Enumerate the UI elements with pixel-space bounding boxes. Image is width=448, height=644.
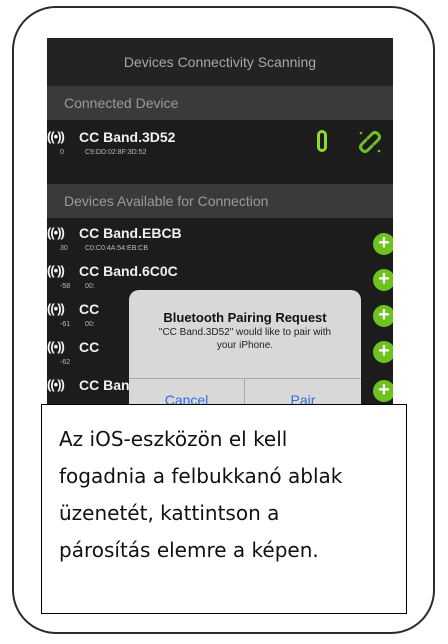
- dialog-message-line: "CC Band.3D52" would like to pair with: [158, 327, 332, 338]
- device-name: CC Band.3D52: [79, 129, 176, 145]
- device-name: CC: [79, 301, 100, 317]
- device-rssi: -58: [60, 283, 71, 290]
- add-device-button[interactable]: +: [373, 269, 393, 291]
- add-device-button[interactable]: +: [373, 233, 393, 255]
- add-device-button[interactable]: +: [373, 380, 393, 402]
- bluetooth-pairing-dialog: Bluetooth Pairing Request "CC Band.3D52"…: [129, 290, 361, 422]
- device-rssi: 30: [60, 245, 68, 252]
- device-mac: C9:DD:02:8F:3D:52: [85, 149, 147, 156]
- available-devices-header: Devices Available for Connection: [47, 184, 393, 218]
- wifi-broadcast-icon: ((•)): [47, 339, 65, 354]
- available-device-row[interactable]: ((•)) CC Band.EBCB 30 C0:C0:4A:54:EB:CB …: [47, 222, 393, 260]
- dialog-message: "CC Band.3D52" would like to pair with y…: [143, 326, 347, 352]
- add-device-button[interactable]: +: [373, 341, 393, 363]
- wifi-broadcast-icon: ((•)): [47, 225, 65, 240]
- device-name: CC: [79, 339, 100, 355]
- device-mac: C0:C0:4A:54:EB:CB: [85, 245, 149, 252]
- device-name: CC Band.6C0C: [79, 263, 178, 279]
- device-mac: 00:: [85, 283, 95, 290]
- device-rssi: 0: [60, 149, 64, 156]
- dialog-title: Bluetooth Pairing Request: [163, 310, 327, 325]
- wifi-broadcast-icon: ((•)): [47, 301, 65, 316]
- device-rssi: -61: [60, 321, 71, 328]
- device-mac: 00:: [85, 321, 95, 328]
- wifi-broadcast-icon: ((•)): [47, 377, 65, 392]
- battery-icon: [317, 130, 327, 152]
- nav-title: Devices Connectivity Scanning: [47, 38, 393, 86]
- connected-device-row[interactable]: ((•)) CC Band.3D52 0 C9:DD:02:8F:3D:52: [47, 126, 393, 164]
- add-device-button[interactable]: +: [373, 305, 393, 327]
- caption-line: Az iOS-eszközön el kell: [59, 427, 288, 451]
- dialog-message-line: your iPhone.: [216, 340, 274, 351]
- link-icon[interactable]: [357, 129, 383, 155]
- connected-device-header: Connected Device: [47, 86, 393, 120]
- instruction-caption: Az iOS-eszközön el kell fogadnia a felbu…: [41, 404, 407, 614]
- device-name: CC Band.EBCB: [79, 225, 182, 241]
- device-rssi: -62: [60, 359, 71, 366]
- wifi-broadcast-icon: ((•)): [47, 263, 65, 278]
- caption-line: párosítás elemre a képen.: [59, 538, 319, 562]
- caption-line: üzenetét, kattintson a: [59, 501, 280, 525]
- app-screen: Devices Connectivity Scanning Connected …: [47, 38, 393, 450]
- caption-line: fogadnia a felbukkanó ablak: [59, 464, 343, 488]
- wifi-broadcast-icon: ((•)): [47, 129, 65, 144]
